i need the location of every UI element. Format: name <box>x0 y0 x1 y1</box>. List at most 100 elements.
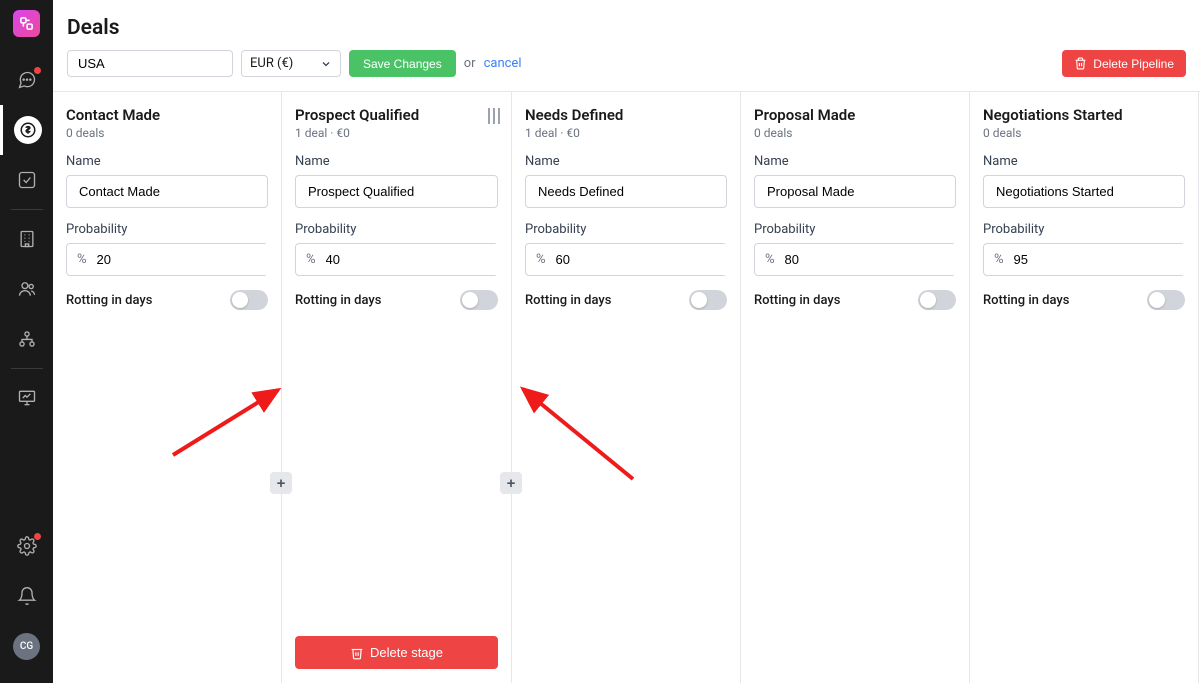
probability-input[interactable] <box>1014 244 1190 275</box>
rotting-toggle[interactable] <box>460 290 498 310</box>
drag-handle-icon[interactable] <box>488 108 500 124</box>
probability-input-wrap: % <box>983 243 1185 276</box>
sidebar-item-org[interactable] <box>0 314 53 364</box>
sidebar-item-notifications[interactable] <box>0 571 53 621</box>
rotting-label: Rotting in days <box>754 293 840 308</box>
stage-meta: 0 deals <box>983 126 1185 140</box>
stage-name-input[interactable] <box>66 175 268 208</box>
stage-name-input[interactable] <box>983 175 1185 208</box>
stage-name-input[interactable] <box>525 175 727 208</box>
presentation-icon <box>17 388 37 408</box>
trash-icon <box>1074 57 1087 70</box>
stage-meta: 1 deal · €0 <box>525 126 727 140</box>
bell-icon <box>17 586 37 606</box>
rotting-row: Rotting in days <box>983 290 1185 310</box>
stage-meta: 0 deals <box>66 126 268 140</box>
stage-meta: 0 deals <box>754 126 956 140</box>
pipeline-name-input[interactable] <box>67 50 233 77</box>
probability-label: Probability <box>295 222 498 237</box>
users-icon <box>17 279 37 299</box>
probability-input-wrap: % <box>66 243 268 276</box>
delete-stage-label: Delete stage <box>370 645 443 660</box>
stage-title: Needs Defined <box>525 106 727 124</box>
rotting-toggle[interactable] <box>230 290 268 310</box>
percent-prefix: % <box>296 252 326 267</box>
currency-value: EUR (€) <box>250 56 293 71</box>
probability-input-wrap: % <box>295 243 498 276</box>
chat-icon <box>17 70 37 90</box>
rotting-label: Rotting in days <box>66 293 152 308</box>
column-header: Proposal Made 0 deals <box>754 106 956 140</box>
sidebar-item-contacts[interactable] <box>0 264 53 314</box>
probability-label: Probability <box>525 222 727 237</box>
probability-input-wrap: % <box>525 243 727 276</box>
rotting-toggle[interactable] <box>689 290 727 310</box>
rotting-label: Rotting in days <box>983 293 1069 308</box>
name-label: Name <box>295 154 498 169</box>
column-header: Prospect Qualified 1 deal · €0 <box>295 106 498 140</box>
rotting-row: Rotting in days <box>525 290 727 310</box>
or-text: or <box>464 56 476 71</box>
rotting-toggle[interactable] <box>1147 290 1185 310</box>
stage-column: Needs Defined 1 deal · €0 Name Probabili… <box>512 92 741 683</box>
percent-prefix: % <box>67 252 97 267</box>
percent-prefix: % <box>755 252 785 267</box>
page-title: Deals <box>67 16 1186 40</box>
app-logo[interactable] <box>13 10 40 37</box>
board: Contact Made 0 deals Name Probability % … <box>53 92 1200 683</box>
probability-input[interactable] <box>556 244 732 275</box>
check-square-icon <box>17 170 37 190</box>
delete-stage-button[interactable]: Delete stage <box>295 636 498 669</box>
stage-column: Contact Made 0 deals Name Probability % … <box>53 92 282 683</box>
save-button[interactable]: Save Changes <box>349 50 456 77</box>
building-icon <box>17 229 37 249</box>
sidebar-item-reports[interactable] <box>0 373 53 423</box>
probability-input[interactable] <box>326 244 502 275</box>
probability-label: Probability <box>754 222 956 237</box>
name-label: Name <box>66 154 268 169</box>
toolbar: EUR (€) Save Changes or cancel Delete Pi… <box>53 50 1200 92</box>
sidebar-item-tasks[interactable] <box>0 155 53 205</box>
sidebar: CG <box>0 0 53 683</box>
stage-column: Prospect Qualified 1 deal · €0 Name Prob… <box>282 92 512 683</box>
delete-pipeline-button[interactable]: Delete Pipeline <box>1062 50 1186 77</box>
column-header: Contact Made 0 deals <box>66 106 268 140</box>
add-stage-button[interactable]: + <box>270 472 292 494</box>
add-stage-button[interactable]: + <box>500 472 522 494</box>
sidebar-item-companies[interactable] <box>0 214 53 264</box>
column-header: Negotiations Started 0 deals <box>983 106 1185 140</box>
probability-input[interactable] <box>785 244 961 275</box>
stage-column: Proposal Made 0 deals Name Probability %… <box>741 92 970 683</box>
stage-meta: 1 deal · €0 <box>295 126 498 140</box>
sidebar-avatar[interactable]: CG <box>0 621 53 671</box>
stage-title: Prospect Qualified <box>295 106 498 124</box>
plus-icon: + <box>277 475 286 492</box>
sidebar-item-deals[interactable] <box>0 105 53 155</box>
logo-icon <box>19 16 34 31</box>
column-header: Needs Defined 1 deal · €0 <box>525 106 727 140</box>
name-label: Name <box>754 154 956 169</box>
name-label: Name <box>983 154 1185 169</box>
user-avatar: CG <box>13 633 40 660</box>
cancel-link[interactable]: cancel <box>484 56 522 71</box>
plus-icon: + <box>507 475 516 492</box>
stage-name-input[interactable] <box>295 175 498 208</box>
probability-label: Probability <box>983 222 1185 237</box>
stage-title: Contact Made <box>66 106 268 124</box>
gear-icon <box>17 536 37 556</box>
rotting-row: Rotting in days <box>66 290 268 310</box>
stage-name-input[interactable] <box>754 175 956 208</box>
org-chart-icon <box>17 329 37 349</box>
notification-dot <box>34 67 41 74</box>
rotting-toggle[interactable] <box>918 290 956 310</box>
sidebar-item-inbox[interactable] <box>0 55 53 105</box>
delete-pipeline-label: Delete Pipeline <box>1093 57 1174 71</box>
currency-select[interactable]: EUR (€) <box>241 50 341 77</box>
probability-label: Probability <box>66 222 268 237</box>
chevron-down-icon <box>320 58 332 70</box>
rotting-label: Rotting in days <box>295 293 381 308</box>
percent-prefix: % <box>984 252 1014 267</box>
sidebar-item-settings[interactable] <box>0 521 53 571</box>
trash-icon <box>350 646 364 660</box>
probability-input[interactable] <box>97 244 273 275</box>
